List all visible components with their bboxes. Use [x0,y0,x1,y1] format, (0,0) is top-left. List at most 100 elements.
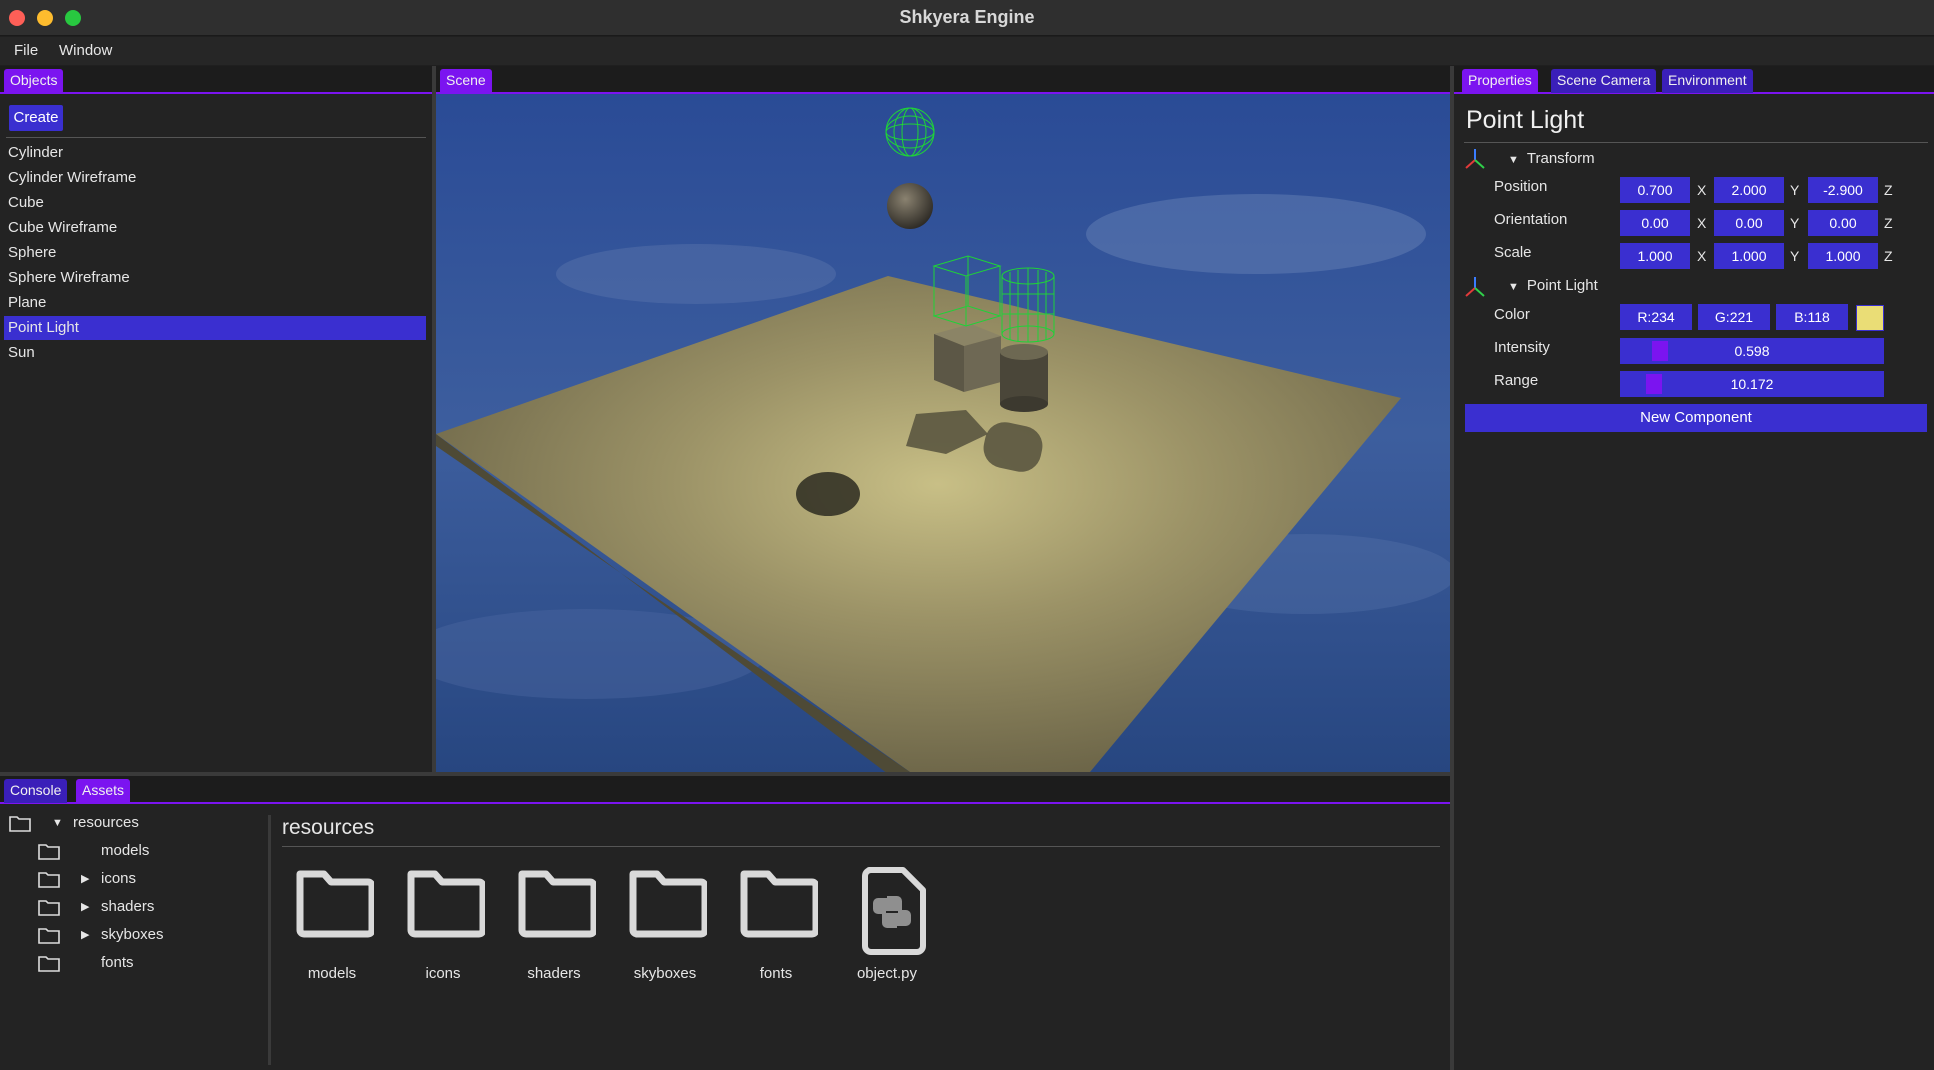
tab-console[interactable]: Console [4,779,68,803]
properties-tabstrip: Properties Scene Camera Environment [1454,66,1934,94]
transform-header[interactable]: ▼ Transform [1508,150,1595,167]
orientation-label: Orientation [1494,211,1568,228]
orientation-x-field[interactable]: 0.00 [1620,210,1690,236]
transform-axes-icon [1465,149,1485,169]
axis-y-label: Y [1790,215,1800,231]
point-light-header[interactable]: ▼ Point Light [1508,277,1598,294]
asset-tile-shaders[interactable]: shaders [504,868,604,988]
folder-icon [9,816,31,832]
orientation-y-field[interactable]: 0.00 [1714,210,1784,236]
color-label: Color [1494,306,1530,323]
position-z-field[interactable]: -2.900 [1808,177,1878,203]
divider [1464,142,1928,143]
tree-item-skyboxes[interactable]: skyboxes [101,926,164,948]
tab-objects[interactable]: Objects [4,69,64,93]
menu-file[interactable]: File [14,42,38,59]
color-r-field[interactable]: R:234 [1620,304,1692,330]
object-item-sun[interactable]: Sun [4,341,426,365]
assets-panel: Console Assets [0,776,1450,1070]
position-y-field[interactable]: 2.000 [1714,177,1784,203]
asset-tile-label: object.py [856,965,918,982]
expand-arrow-icon[interactable]: ▶ [81,872,89,885]
position-x-field[interactable]: 0.700 [1620,177,1690,203]
python-file-icon [862,867,926,955]
object-item-sphere[interactable]: Sphere [4,241,426,265]
axis-y-label: Y [1790,182,1800,198]
menu-window[interactable]: Window [59,42,112,59]
color-b-field[interactable]: B:118 [1776,304,1848,330]
folder-icon [38,956,60,972]
folder-icon [296,870,374,938]
range-slider[interactable]: 10.172 [1620,371,1884,397]
position-label: Position [1494,178,1548,195]
object-item-cube[interactable]: Cube [4,191,426,215]
asset-tile-object-py[interactable]: object.py [837,867,937,988]
folder-icon [38,872,60,888]
color-g-field[interactable]: G:221 [1698,304,1770,330]
scale-x-field[interactable]: 1.000 [1620,243,1690,269]
asset-tile-fonts[interactable]: fonts [726,868,826,988]
folder-icon [38,928,60,944]
object-item-cylinder-wireframe[interactable]: Cylinder Wireframe [4,166,426,190]
orientation-z-field[interactable]: 0.00 [1808,210,1878,236]
scene-viewport[interactable] [436,92,1450,772]
menu-bar: File Window [0,37,1934,65]
bottom-tabstrip: Console Assets [0,776,1450,804]
scale-z-field[interactable]: 1.000 [1808,243,1878,269]
expand-arrow-icon[interactable]: ▶ [81,928,89,941]
point-light-axes-icon [1465,277,1485,297]
intensity-slider[interactable]: 0.598 [1620,338,1884,364]
tree-item-icons[interactable]: icons [101,870,136,892]
title-bar: Shkyera Engine [0,0,1934,36]
tab-scene[interactable]: Scene [440,69,492,93]
folder-icon [740,870,818,938]
intensity-label: Intensity [1494,339,1550,356]
scale-y-field[interactable]: 1.000 [1714,243,1784,269]
axis-y-label: Y [1790,248,1800,264]
new-component-button[interactable]: New Component [1465,404,1927,432]
window-title: Shkyera Engine [899,7,1035,27]
object-item-sphere-wireframe[interactable]: Sphere Wireframe [4,266,426,290]
axis-x-label: X [1697,215,1707,231]
range-value: 10.172 [1730,376,1774,392]
asset-tile-label: shaders [527,965,581,982]
asset-tile-label: models [307,965,357,982]
divider [6,137,426,138]
asset-tile-label: fonts [759,965,793,982]
current-folder-title: resources [282,816,375,839]
folder-icon [518,870,596,938]
assets-splitter[interactable] [268,815,271,1065]
axis-z-label: Z [1884,248,1893,264]
tab-assets[interactable]: Assets [76,779,131,803]
tree-item-shaders[interactable]: shaders [101,898,154,920]
tree-item-resources[interactable]: resources [73,814,139,836]
folder-icon [38,844,60,860]
asset-tile-label: skyboxes [633,965,697,982]
object-item-point-light[interactable]: Point Light [4,316,426,340]
tab-scene-camera[interactable]: Scene Camera [1551,69,1657,93]
folder-icon [407,870,485,938]
asset-tile-models[interactable]: models [282,868,382,988]
selected-object-name: Point Light [1466,106,1585,134]
object-item-cube-wireframe[interactable]: Cube Wireframe [4,216,426,240]
axis-z-label: Z [1884,182,1893,198]
create-button[interactable]: Create [9,105,63,131]
collapse-triangle-icon: ▼ [1508,281,1519,293]
tab-environment[interactable]: Environment [1662,69,1753,93]
tree-item-models[interactable]: models [101,842,149,864]
expand-arrow-icon[interactable]: ▶ [81,900,89,913]
tab-properties[interactable]: Properties [1462,69,1538,93]
asset-tile-icons[interactable]: icons [393,868,493,988]
axis-x-label: X [1697,248,1707,264]
divider [282,846,1440,847]
tree-item-fonts[interactable]: fonts [101,954,134,976]
object-item-cylinder[interactable]: Cylinder [4,141,426,165]
color-swatch[interactable] [1856,305,1884,331]
expand-arrow-icon[interactable]: ▼ [52,817,63,829]
axis-z-label: Z [1884,215,1893,231]
folder-icon [629,870,707,938]
scale-label: Scale [1494,244,1532,261]
folder-icon [38,900,60,916]
asset-tile-skyboxes[interactable]: skyboxes [615,868,715,988]
object-item-plane[interactable]: Plane [4,291,426,315]
